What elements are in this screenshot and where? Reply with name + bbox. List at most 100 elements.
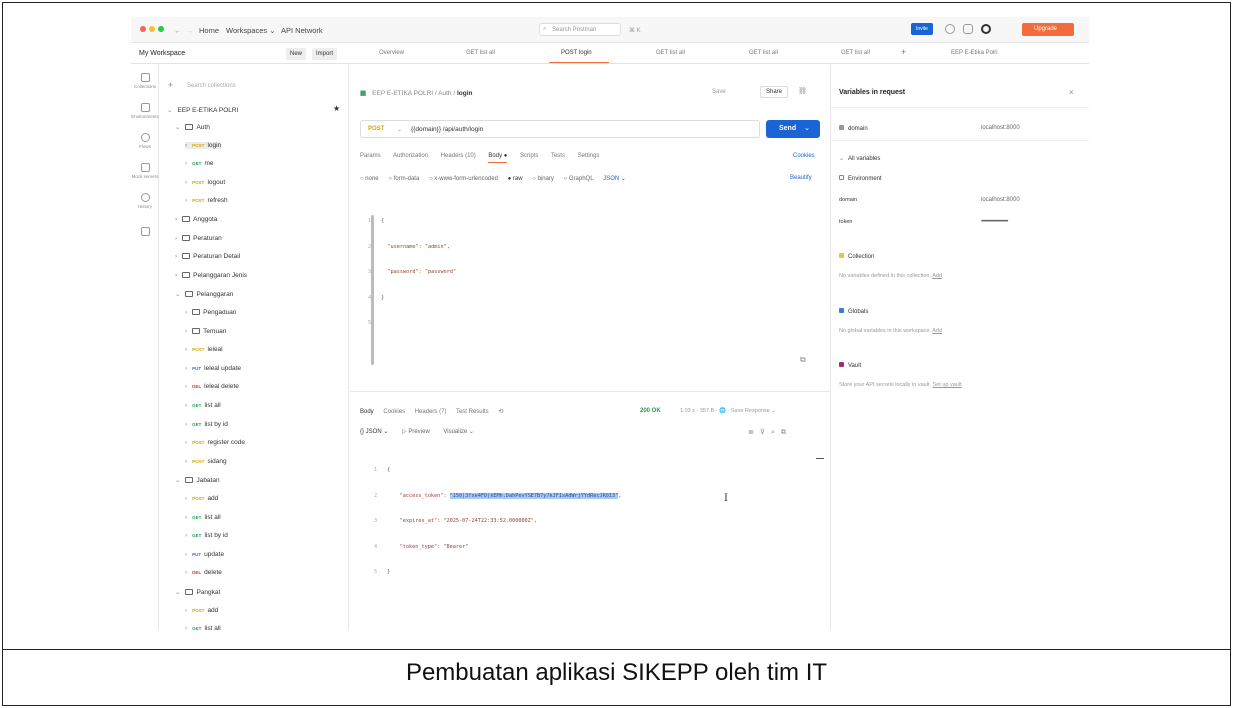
tab-settings[interactable]: Settings xyxy=(578,153,600,159)
nav-home[interactable]: Home xyxy=(199,26,219,35)
preview-button[interactable]: ▷ Preview xyxy=(402,429,430,435)
link-icon[interactable]: ⛓ xyxy=(798,87,807,95)
tab-body[interactable]: Body ● xyxy=(488,153,508,163)
chevron-right-icon[interactable]: › xyxy=(175,216,177,223)
chevron-right-icon[interactable]: › xyxy=(185,495,187,502)
invite-button[interactable]: Invite xyxy=(911,23,933,35)
folder-item[interactable]: › Pelanggaran Jenis xyxy=(175,271,247,279)
copy-body-icon[interactable]: ⧉ xyxy=(800,355,806,365)
request-item[interactable]: › GET list all xyxy=(185,402,221,409)
new-tab-plus-icon[interactable]: + xyxy=(901,47,906,57)
chevron-down-icon[interactable]: ⌄ xyxy=(175,291,180,298)
window-controls[interactable] xyxy=(140,26,167,34)
tab-login[interactable]: POST login xyxy=(561,50,592,56)
request-item[interactable]: › GET me xyxy=(185,160,213,167)
all-variables-toggle[interactable]: ⌄ All variables xyxy=(839,155,880,162)
add-collection-plus-icon[interactable]: + xyxy=(168,80,173,90)
folder-item[interactable]: › Temuan xyxy=(185,327,226,335)
request-body-editor[interactable]: 1{ 2 "username": "admin", 3 "password": … xyxy=(368,200,456,345)
visualize-button[interactable]: Visualize ⌄ xyxy=(443,429,474,435)
env-domain-value[interactable]: localhost:8000 xyxy=(981,197,1020,203)
radio-urlencoded[interactable]: ○ x-www-form-urlencoded xyxy=(429,176,498,182)
request-item[interactable]: › POST refresh xyxy=(185,197,228,204)
back-arrow-icon[interactable]: ← xyxy=(174,26,182,35)
tab-scripts[interactable]: Scripts xyxy=(520,153,538,159)
history-icon[interactable]: ⟲ xyxy=(498,409,503,415)
radio-binary[interactable]: ○ binary xyxy=(532,176,554,182)
search-input[interactable]: ⌕ Search Postman xyxy=(539,23,621,36)
radio-none[interactable]: ○ none xyxy=(360,176,379,182)
nav-api-network[interactable]: API Network xyxy=(281,26,323,35)
chevron-right-icon[interactable]: › xyxy=(185,328,187,335)
chevron-right-icon[interactable]: › xyxy=(185,142,187,149)
chevron-right-icon[interactable]: › xyxy=(175,235,177,242)
pane-divider[interactable] xyxy=(350,391,830,392)
nav-workspaces[interactable]: Workspaces ⌄ xyxy=(226,26,276,35)
response-format-select[interactable]: {} JSON ⌄ xyxy=(360,429,388,435)
chevron-right-icon[interactable]: › xyxy=(185,514,187,521)
beautify-button[interactable]: Beautify xyxy=(790,175,812,181)
save-button[interactable]: Save xyxy=(712,89,726,95)
request-item[interactable]: › POST logout xyxy=(185,179,225,186)
breadcrumb-request[interactable]: login xyxy=(457,90,473,97)
rail-mock-servers[interactable]: Mock servers xyxy=(131,163,159,179)
request-item[interactable]: › POST leleal xyxy=(185,346,223,353)
chevron-right-icon[interactable]: › xyxy=(185,179,187,186)
rail-flows[interactable]: Flows xyxy=(131,133,159,149)
tab-tests[interactable]: Tests xyxy=(551,153,565,159)
tab-authorization[interactable]: Authorization xyxy=(393,153,428,159)
body-format-select[interactable]: JSON ⌄ xyxy=(603,176,626,182)
request-item[interactable]: › PUT leleal update xyxy=(185,365,241,372)
request-item[interactable]: › GET list by id xyxy=(185,421,228,428)
folder-item[interactable]: ⌄ Pangkat xyxy=(175,588,220,596)
workspace-name[interactable]: My Workspace xyxy=(139,50,185,57)
tab-overview[interactable]: Overview xyxy=(379,50,404,56)
chevron-down-icon[interactable]: ⌄ xyxy=(175,124,180,131)
scroll-indicator[interactable] xyxy=(816,458,824,459)
rail-environments[interactable]: Environments xyxy=(131,103,159,119)
radio-graphql[interactable]: ○ GraphQL xyxy=(564,176,594,182)
folder-item[interactable]: › Anggota xyxy=(175,216,217,223)
environment-selector[interactable]: EEP E-Etika Polri xyxy=(951,50,998,56)
maximize-dot-icon[interactable] xyxy=(158,26,164,32)
breadcrumb-folder[interactable]: Auth xyxy=(438,90,451,97)
radio-form-data[interactable]: ○ form-data xyxy=(388,176,419,182)
forward-arrow-icon[interactable]: → xyxy=(186,26,194,35)
method-select[interactable]: POST xyxy=(368,126,384,132)
request-item[interactable]: › GET list by id xyxy=(185,532,228,539)
folder-item[interactable]: ⌄ Auth xyxy=(175,123,210,131)
notification-bell-icon[interactable] xyxy=(963,24,973,34)
rail-collections[interactable]: Collections xyxy=(131,73,159,89)
rail-more[interactable] xyxy=(131,227,159,238)
request-item[interactable]: › PUT update xyxy=(185,551,224,558)
request-item[interactable]: › DEL delete xyxy=(185,569,222,576)
chevron-right-icon[interactable]: › xyxy=(185,309,187,316)
response-tools-icons[interactable]: ≣⊽⌕⧉ xyxy=(748,428,792,437)
folder-item[interactable]: › Peraturan Detail xyxy=(175,253,240,260)
env-token-value[interactable]: •••••••••••••••••••••••• xyxy=(981,219,1008,225)
chevron-right-icon[interactable]: › xyxy=(185,402,187,409)
share-button[interactable]: Share xyxy=(760,86,789,98)
chevron-right-icon[interactable]: › xyxy=(185,421,187,428)
chevron-right-icon[interactable]: › xyxy=(185,569,187,576)
chevron-right-icon[interactable]: › xyxy=(185,439,187,446)
tab-list-all-4[interactable]: GET list all xyxy=(841,50,870,56)
breadcrumb-collection[interactable]: EEP E-ETIKA POLRI xyxy=(372,90,433,97)
chevron-right-icon[interactable]: › xyxy=(185,532,187,539)
cookies-link[interactable]: Cookies xyxy=(793,153,815,159)
collection-add-link[interactable]: Add xyxy=(932,273,942,279)
chevron-right-icon[interactable]: › xyxy=(185,346,187,353)
chevron-right-icon[interactable]: › xyxy=(185,458,187,465)
request-item[interactable]: › POST add xyxy=(185,607,218,614)
chevron-right-icon[interactable]: › xyxy=(185,551,187,558)
send-dropdown-icon[interactable]: ⌄ xyxy=(804,125,810,132)
chevron-down-icon[interactable]: ⌄ xyxy=(175,589,180,596)
tab-list-all-1[interactable]: GET list all xyxy=(466,50,495,56)
folder-item[interactable]: ⌄ Jabatan xyxy=(175,476,220,484)
chevron-right-icon[interactable]: › xyxy=(185,365,187,372)
tab-headers[interactable]: Headers (10) xyxy=(441,153,476,159)
chevron-right-icon[interactable]: › xyxy=(185,625,187,630)
request-item[interactable]: › POST sidang xyxy=(185,458,227,465)
vault-setup-link[interactable]: Set up vault xyxy=(933,382,962,388)
tab-response-cookies[interactable]: Cookies xyxy=(383,409,405,415)
